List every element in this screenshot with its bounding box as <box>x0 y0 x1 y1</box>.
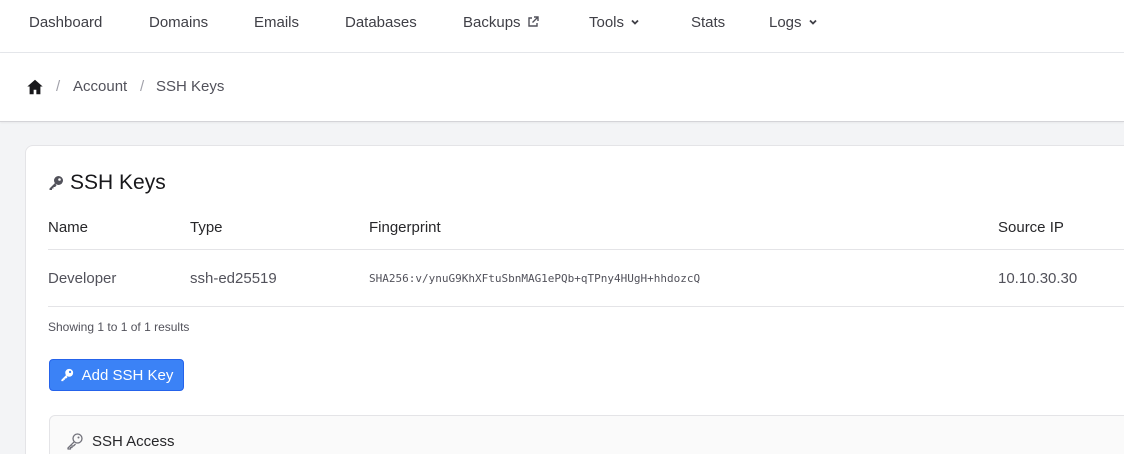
cell-name: Developer <box>48 270 117 287</box>
column-header-name: Name <box>48 219 89 236</box>
ssh-keys-card <box>25 145 1124 454</box>
add-ssh-key-label: Add SSH Key <box>81 366 174 384</box>
chevron-down-icon <box>808 19 817 25</box>
nav-label: Tools <box>589 13 625 31</box>
nav-logs[interactable]: Logs <box>769 12 818 32</box>
results-count: Showing 1 to 1 of 1 results <box>48 320 190 334</box>
home-icon[interactable] <box>26 78 44 96</box>
column-header-type: Type <box>190 219 223 236</box>
key-icon <box>49 176 63 190</box>
breadcrumb-separator: / <box>140 78 145 95</box>
breadcrumb-separator: / <box>56 78 61 95</box>
add-ssh-key-button[interactable]: Add SSH Key <box>49 359 184 391</box>
cell-source-ip: 10.10.30.30 <box>998 270 1078 287</box>
nav-label: Logs <box>769 13 802 31</box>
page-title-text: SSH Keys <box>70 171 166 194</box>
column-header-fingerprint: Fingerprint <box>369 219 441 236</box>
nav-label: Domains <box>149 13 209 31</box>
breadcrumb-ssh-keys: SSH Keys <box>156 78 225 95</box>
nav-label: Stats <box>691 13 726 31</box>
cell-fingerprint: SHA256:v/ynuG9KhXFtuSbnMAG1ePQb+qTPny4HU… <box>369 272 701 285</box>
column-header-source-ip: Source IP <box>998 219 1064 236</box>
nav-backups[interactable]: Backups <box>463 12 539 32</box>
ssh-access-title: SSH Access <box>92 432 175 450</box>
nav-label: Backups <box>463 13 521 31</box>
cell-type: ssh-ed25519 <box>190 270 277 287</box>
top-navigation: Dashboard Domains Emails Databases Backu… <box>0 0 1124 53</box>
chevron-down-icon <box>631 19 639 25</box>
ssh-access-heading[interactable]: SSH Access <box>66 432 175 450</box>
nav-dashboard[interactable]: Dashboard <box>29 12 102 32</box>
breadcrumb-account[interactable]: Account <box>73 78 127 95</box>
page-title: SSH Keys <box>48 171 166 195</box>
nav-tools[interactable]: Tools <box>589 12 640 32</box>
nav-domains[interactable]: Domains <box>149 12 208 32</box>
breadcrumb: / Account / SSH Keys <box>0 53 1124 122</box>
nav-databases[interactable]: Databases <box>345 12 417 32</box>
table-divider <box>48 249 1124 250</box>
key-outline-icon <box>67 433 83 450</box>
nav-label: Dashboard <box>29 13 103 31</box>
ssh-access-panel <box>49 415 1124 454</box>
nav-label: Emails <box>254 13 300 31</box>
nav-label: Databases <box>345 13 417 31</box>
nav-stats[interactable]: Stats <box>691 12 725 32</box>
key-icon <box>60 368 73 382</box>
nav-emails[interactable]: Emails <box>254 12 299 32</box>
external-link-icon <box>527 16 539 27</box>
table-divider <box>48 306 1124 307</box>
